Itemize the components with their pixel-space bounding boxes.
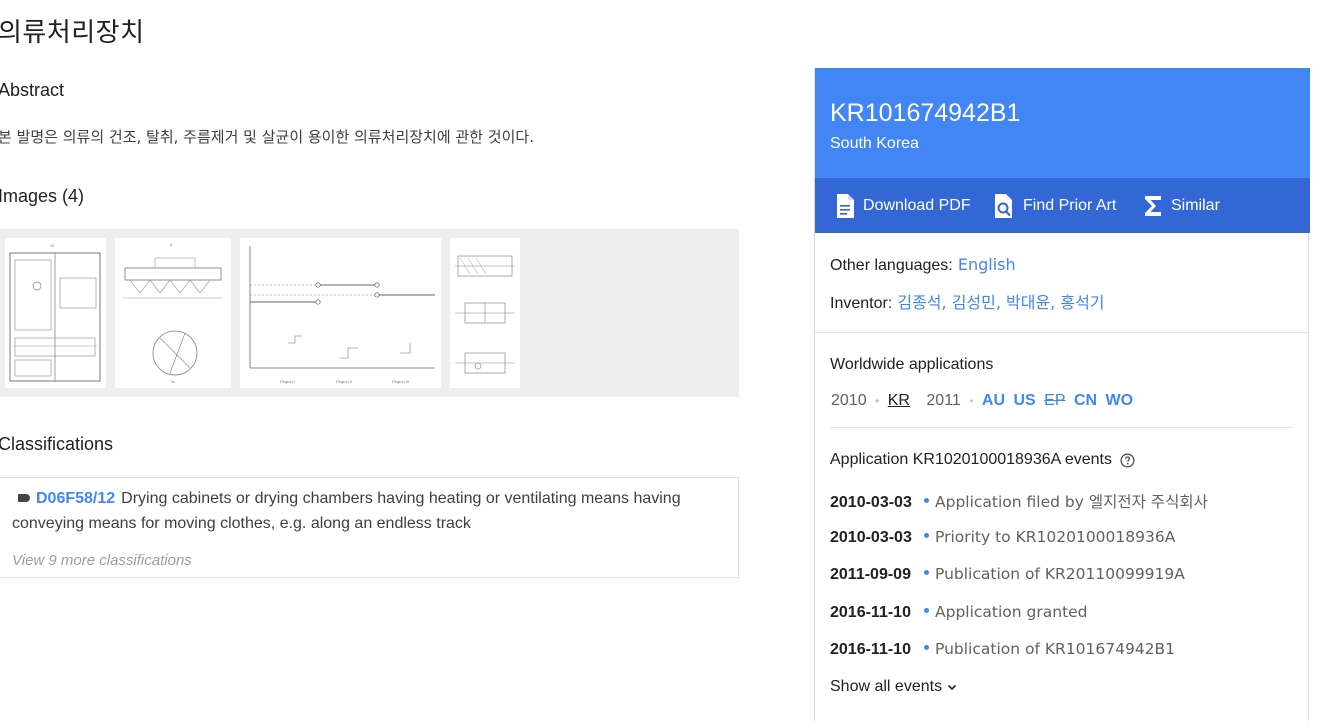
event-dot <box>924 533 929 539</box>
svg-text:6: 6 <box>170 242 173 247</box>
event-row: 2011-09-09 Publication of KR20110099919A <box>830 565 1185 587</box>
event-date: 2011-09-09 <box>830 566 911 583</box>
find-prior-art-button[interactable]: Find Prior Art <box>993 178 1116 233</box>
download-pdf-button[interactable]: Download PDF <box>835 178 971 233</box>
classifications-heading: Classifications <box>0 434 114 454</box>
country-wo-link[interactable]: WO <box>1106 392 1134 409</box>
show-all-events-button[interactable]: Show all events <box>830 678 959 696</box>
find-prior-art-label: Find Prior Art <box>1023 196 1117 214</box>
event-row: 2010-03-03 Application filed by 엘지전자 주식회사 <box>830 490 1208 512</box>
country-au-link[interactable]: AU <box>982 392 1005 409</box>
inventor-links[interactable]: 김종석, 김성민, 박대윤, 홍석기 <box>897 293 1104 312</box>
event-dot <box>924 608 929 614</box>
divider <box>830 427 1293 428</box>
abstract-text: 본 발명은 의류의 건조, 탈취, 주름제거 및 살균이 용이한 의류처리장치에… <box>0 128 534 146</box>
images-strip: 10 6 7a Region I Region II Region III <box>0 229 739 397</box>
separator-dot: • <box>969 394 974 408</box>
svg-text:Region II: Region II <box>336 379 352 384</box>
year-2010: 2010 <box>831 392 867 409</box>
svg-text:Region I: Region I <box>280 379 295 384</box>
patent-image-thumbnail[interactable]: 10 <box>5 238 106 388</box>
event-text: Application granted <box>935 603 1088 621</box>
patent-image-thumbnail[interactable]: Region I Region II Region III <box>240 238 441 388</box>
year-2011: 2011 <box>926 392 961 409</box>
similar-label: Similar <box>1171 196 1220 214</box>
country-cn-link[interactable]: CN <box>1074 392 1097 409</box>
inventor-row: Inventor: 김종석, 김성민, 박대윤, 홍석기 <box>830 289 1105 313</box>
patent-sidebar: KR101674942B1 South Korea Download PDF F… <box>814 68 1310 721</box>
separator-dot: • <box>875 394 880 408</box>
event-text: Publication of KR20110099919A <box>935 565 1185 583</box>
worldwide-applications-heading: Worldwide applications <box>830 356 994 373</box>
page-title: 의류처리장치 <box>0 18 145 48</box>
event-text: Application filed by 엘지전자 주식회사 <box>935 493 1208 511</box>
patent-image-thumbnail[interactable]: 6 7a <box>115 238 231 388</box>
label-tag-icon <box>18 493 30 502</box>
language-english-link[interactable]: English <box>958 255 1016 274</box>
classification-description: Drying cabinets or drying chambers havin… <box>121 490 681 507</box>
events-heading-row: Application KR1020100018936A events <box>830 451 1135 469</box>
download-pdf-label: Download PDF <box>863 196 971 214</box>
svg-text:7a: 7a <box>170 379 175 384</box>
events-heading: Application KR1020100018936A events <box>830 451 1112 468</box>
images-heading: Images (4) <box>0 186 85 206</box>
classification-code-link[interactable]: D06F58/12 <box>36 490 115 507</box>
country-us-link[interactable]: US <box>1013 392 1035 409</box>
sidebar-actions: Download PDF Find Prior Art Similar <box>815 178 1310 233</box>
event-text: Publication of KR101674942B1 <box>935 640 1176 658</box>
help-icon[interactable] <box>1120 453 1135 468</box>
event-dot <box>924 498 929 504</box>
event-date: 2010-03-03 <box>830 529 912 546</box>
country-label: South Korea <box>830 135 919 152</box>
view-more-classifications-link[interactable]: View 9 more classifications <box>12 552 192 569</box>
event-date: 2016-11-10 <box>830 604 911 621</box>
chevron-down-icon <box>947 684 957 691</box>
other-languages-row: Other languages: English <box>830 255 1016 275</box>
abstract-heading: Abstract <box>0 80 65 100</box>
file-icon <box>837 193 854 218</box>
divider <box>815 332 1308 333</box>
event-date: 2016-11-10 <box>830 641 911 658</box>
worldwide-applications-row: 2010 • KR 2011 • AU US EP CN WO <box>831 392 1137 410</box>
classification-description-cont: conveying means for moving clothes, e.g.… <box>12 515 471 532</box>
event-row: 2016-11-10 Application granted <box>830 603 1088 625</box>
patent-image-thumbnail[interactable] <box>450 238 520 388</box>
inventor-label: Inventor: <box>830 295 893 312</box>
country-kr-link[interactable]: KR <box>888 392 910 409</box>
event-dot <box>924 570 929 576</box>
event-dot <box>924 645 929 651</box>
sigma-icon <box>1145 195 1161 216</box>
publication-number: KR101674942B1 <box>830 99 1021 127</box>
svg-text:10: 10 <box>50 243 55 248</box>
show-all-events-label: Show all events <box>830 678 943 695</box>
event-date: 2010-03-03 <box>830 494 912 511</box>
sidebar-header: KR101674942B1 South Korea <box>815 68 1310 178</box>
svg-text:Region III: Region III <box>392 379 409 384</box>
classifications-box: D06F58/12 Drying cabinets or drying chamb… <box>0 477 739 578</box>
country-ep-link[interactable]: EP <box>1044 392 1065 409</box>
event-text: Priority to KR1020100018936A <box>935 528 1176 546</box>
event-row: 2016-11-10 Publication of KR101674942B1 <box>830 640 1175 662</box>
document-search-icon <box>995 193 1012 218</box>
other-languages-label: Other languages: <box>830 257 953 274</box>
event-row: 2010-03-03 Priority to KR1020100018936A <box>830 528 1175 550</box>
similar-button[interactable]: Similar <box>1143 178 1220 233</box>
